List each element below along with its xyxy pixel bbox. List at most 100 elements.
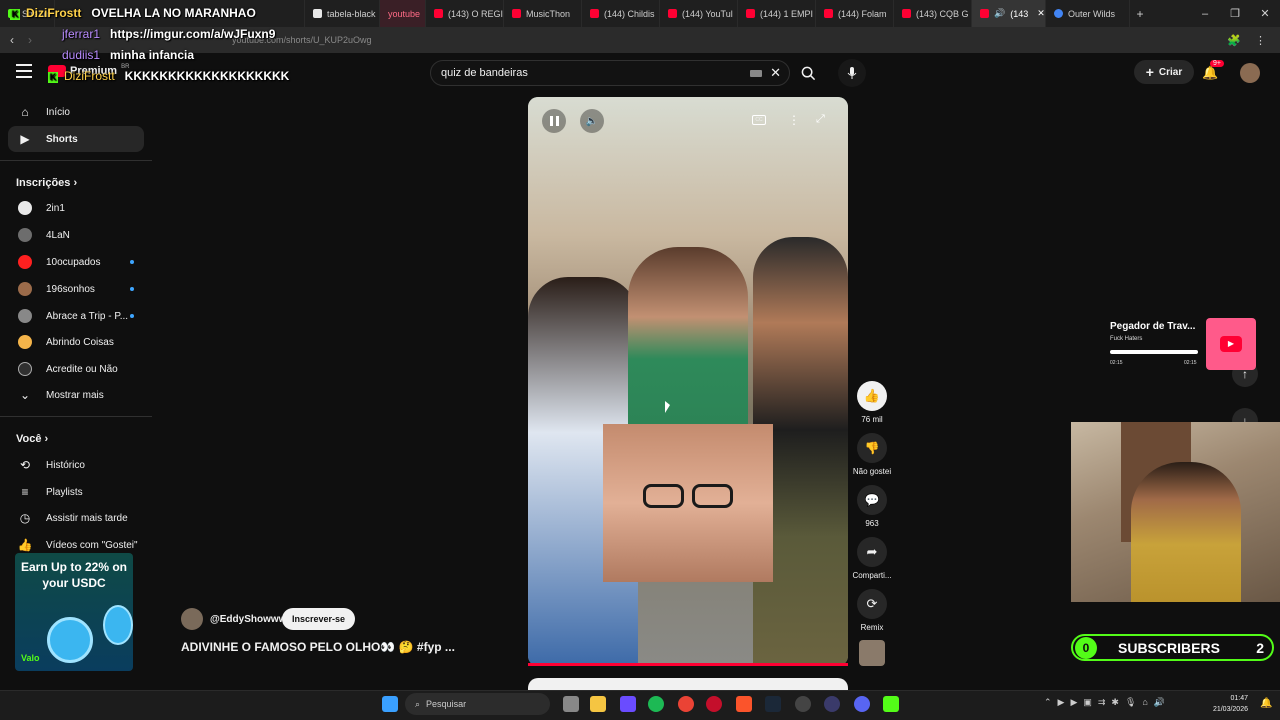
system-tray[interactable]: ⌃▶▶▣⇉✱🎙⌂🔊	[1044, 697, 1171, 708]
subscriptions-heading[interactable]: Inscrições ›	[16, 177, 77, 189]
start-icon[interactable]	[382, 696, 398, 712]
keyboard-icon[interactable]	[750, 69, 763, 77]
short-title[interactable]: ADIVINHE O FAMOSO PELO OLHO👀 🤔 #fyp ...	[181, 640, 455, 654]
close-icon[interactable]: ✕	[1037, 8, 1045, 19]
forward-icon[interactable]: ›	[28, 33, 32, 47]
window-close-button[interactable]: ✕	[1250, 7, 1280, 20]
like-icon: 👍	[17, 538, 33, 552]
channel-avatar[interactable]	[181, 608, 203, 630]
chat-message: K DiziFrostt OVELHA LA NO MARANHAO	[10, 6, 256, 20]
share-action[interactable]: ➦ Comparti...	[852, 537, 892, 580]
app-icon[interactable]	[824, 696, 840, 712]
discord-icon[interactable]	[854, 696, 870, 712]
opera-icon[interactable]	[706, 696, 722, 712]
youtube-icon	[668, 9, 677, 18]
clock-icon: ◷	[19, 511, 31, 525]
comments-action[interactable]: 💬 963	[852, 485, 892, 528]
browser-tab[interactable]: Outer Wilds	[1046, 0, 1130, 27]
sidebar-channel[interactable]: Acredite ou Não	[8, 356, 144, 382]
notifications-button[interactable]: 🔔 9+	[1202, 60, 1224, 82]
fullscreen-button[interactable]: ⤢	[816, 113, 825, 126]
crypto-ad[interactable]: Earn Up to 22% on your USDC Valo	[15, 553, 133, 671]
app-icon[interactable]	[620, 696, 636, 712]
back-icon[interactable]: ‹	[10, 33, 14, 47]
channel-name[interactable]: @EddyShowww	[210, 614, 286, 625]
browser-tab-active[interactable]: 🔊 (143 ✕	[972, 0, 1046, 27]
youtube-icon	[746, 9, 755, 18]
clock[interactable]: 01:47 21/03/2026	[1208, 693, 1248, 715]
remix-action[interactable]: ⟳ Remix	[852, 589, 892, 632]
sidebar-item-history[interactable]: ⟲ Histórico	[8, 452, 144, 478]
voice-search-button[interactable]	[838, 59, 866, 87]
share-icon: ➦	[857, 537, 887, 567]
pause-button[interactable]	[542, 109, 566, 133]
search-input[interactable]: quiz de bandeiras ✕	[430, 60, 790, 86]
shorts-video[interactable]: 🔈 CC ⋮ ⤢	[528, 97, 848, 666]
youtube-icon	[590, 9, 599, 18]
captions-button[interactable]: CC	[752, 115, 766, 125]
show-more-button[interactable]: ⌄ Mostrar mais	[8, 382, 144, 408]
channel-avatar	[18, 255, 32, 269]
menu-icon[interactable]	[16, 64, 32, 78]
subscribe-button[interactable]: Inscrever-se	[282, 608, 356, 630]
app-icon[interactable]	[795, 696, 811, 712]
like-action[interactable]: 👍 76 mil	[852, 381, 892, 424]
dislike-action[interactable]: 👎 Não gostei	[852, 433, 892, 476]
sidebar-item-watch-later[interactable]: ◷ Assistir mais tarde	[8, 505, 144, 531]
sound-thumbnail[interactable]	[859, 640, 885, 666]
browser-tab[interactable]: MusicThon	[504, 0, 582, 27]
new-tab-button[interactable]: +	[1130, 7, 1150, 21]
next-short-preview	[528, 678, 848, 690]
youtube-icon	[902, 9, 911, 18]
account-avatar[interactable]	[1240, 63, 1260, 83]
spotify-icon[interactable]	[648, 696, 664, 712]
volume-button[interactable]: 🔈	[580, 109, 604, 133]
sidebar-item-shorts[interactable]: ▶ Shorts	[8, 126, 144, 152]
browser-tab[interactable]: (144) YouTul	[660, 0, 738, 27]
sidebar-channel[interactable]: Abrindo Coisas	[8, 329, 144, 355]
kick-icon[interactable]	[883, 696, 899, 712]
channel-avatar	[18, 335, 32, 349]
chat-message: dudiis1 minha infancia	[62, 48, 195, 62]
more-options-button[interactable]: ⋮	[788, 113, 800, 127]
create-button[interactable]: + Criar	[1134, 60, 1194, 84]
browser-tab[interactable]: youtube	[380, 0, 426, 27]
steam-icon[interactable]	[765, 696, 781, 712]
sidebar-item-home[interactable]: ⌂ Início	[8, 99, 144, 125]
shorts-icon: ▶	[20, 132, 30, 146]
browser-tab[interactable]: tabela-black	[305, 0, 380, 27]
browser-tab[interactable]: (143) O REGI	[426, 0, 504, 27]
sidebar-item-playlists[interactable]: ≡ Playlists	[8, 479, 144, 505]
coin-icon	[103, 605, 133, 645]
video-progress-bar[interactable]	[528, 663, 848, 666]
maximize-button[interactable]: ❐	[1220, 7, 1250, 20]
notifications-icon[interactable]: 🔔	[1260, 698, 1272, 709]
channel-avatar	[18, 228, 32, 242]
browser-tab[interactable]: (144) 1 EMPI	[738, 0, 816, 27]
youtube-icon	[824, 9, 833, 18]
browser-tab[interactable]: (143) CQB G	[894, 0, 972, 27]
extensions-icon[interactable]: 🧩	[1227, 34, 1241, 47]
brave-icon[interactable]	[736, 696, 752, 712]
now-playing-widget: Pegador de Trav... Fuck Haters 02:15 02:…	[1106, 316, 1256, 372]
you-heading[interactable]: Você ›	[16, 433, 48, 445]
browser-tab[interactable]: (144) Folam	[816, 0, 894, 27]
sidebar-channel[interactable]: 2in1	[8, 195, 144, 221]
sidebar-channel[interactable]: 4LaN	[8, 222, 144, 248]
taskbar-search[interactable]: ⌕ Pesquisar	[405, 693, 550, 715]
channel-avatar	[18, 201, 32, 215]
sidebar-channel[interactable]: 10ocupados	[8, 249, 144, 275]
task-view-icon[interactable]	[563, 696, 579, 712]
file-explorer-icon[interactable]	[590, 696, 606, 712]
dislike-icon: 👎	[857, 433, 887, 463]
search-button[interactable]	[790, 60, 826, 86]
sidebar-channel[interactable]: 196sonhos	[8, 276, 144, 302]
plus-icon: +	[1145, 64, 1154, 80]
menu-icon[interactable]: ⋮	[1255, 34, 1266, 47]
chrome-icon[interactable]	[678, 696, 694, 712]
minimize-button[interactable]: –	[1190, 8, 1220, 20]
browser-tab[interactable]: (144) Childis	[582, 0, 660, 27]
clear-search-icon[interactable]: ✕	[770, 65, 781, 81]
sidebar-channel[interactable]: Abrace a Trip - P...	[8, 303, 144, 329]
new-content-dot	[130, 314, 134, 318]
